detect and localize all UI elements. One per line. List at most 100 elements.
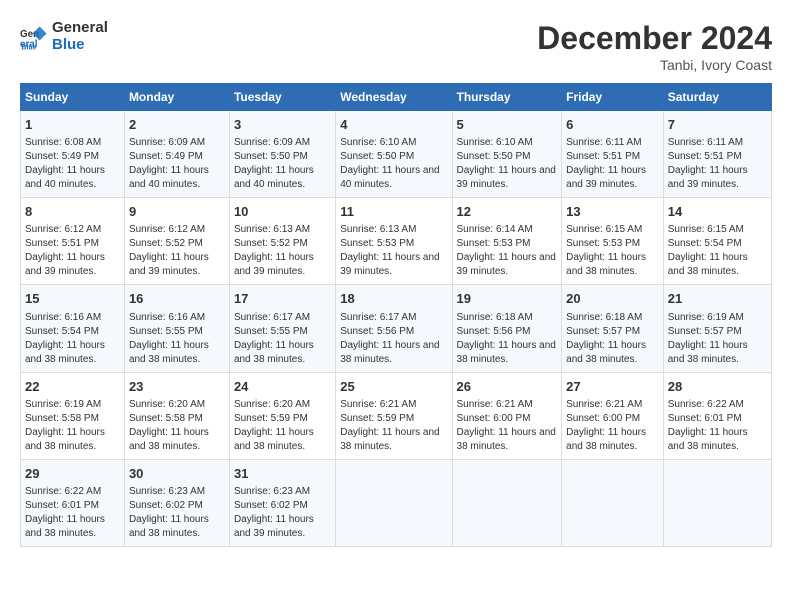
calendar-cell: 11Sunrise: 6:13 AMSunset: 5:53 PMDayligh… — [336, 198, 452, 285]
logo: Gen eral Blue General Blue — [20, 20, 108, 53]
day-number: 14 — [668, 203, 767, 221]
day-number: 17 — [234, 290, 331, 308]
day-number: 29 — [25, 465, 120, 483]
calendar-cell: 13Sunrise: 6:15 AMSunset: 5:53 PMDayligh… — [562, 198, 664, 285]
day-number: 25 — [340, 378, 447, 396]
day-number: 8 — [25, 203, 120, 221]
sunset-text: Sunset: 5:58 PM — [25, 412, 120, 426]
calendar-cell: 16Sunrise: 6:16 AMSunset: 5:55 PMDayligh… — [124, 285, 229, 372]
col-sunday: Sunday — [21, 84, 125, 111]
svg-text:Blue: Blue — [21, 44, 36, 50]
sunset-text: Sunset: 6:02 PM — [129, 499, 225, 513]
daylight-text: Daylight: 11 hours and 39 minutes. — [234, 251, 331, 279]
daylight-text: Daylight: 11 hours and 38 minutes. — [668, 251, 767, 279]
daylight-text: Daylight: 11 hours and 40 minutes. — [234, 164, 331, 192]
daylight-text: Daylight: 11 hours and 39 minutes. — [457, 164, 558, 192]
daylight-text: Daylight: 11 hours and 38 minutes. — [234, 339, 331, 367]
calendar-week-1: 1 Sunrise: 6:08 AMSunset: 5:49 PM Daylight… — [21, 111, 772, 198]
sunrise-text: Sunrise: 6:12 AM — [25, 223, 120, 237]
daylight-text: Daylight: 11 hours and 39 minutes. — [234, 513, 331, 541]
daylight-text: Daylight: 11 hours and 38 minutes. — [340, 339, 447, 367]
sunset-text: Sunset: 5:50 PM — [234, 150, 331, 164]
sunset-text: Sunset: 6:02 PM — [234, 499, 331, 513]
sunset-text: Sunset: 5:49 PM — [25, 150, 120, 164]
day-number: 1 — [25, 116, 120, 134]
calendar-cell — [562, 459, 664, 546]
daylight-text: Daylight: 11 hours and 39 minutes. — [566, 164, 659, 192]
calendar-cell — [663, 459, 771, 546]
daylight-text: Daylight: 11 hours and 40 minutes. — [129, 164, 225, 192]
day-number: 27 — [566, 378, 659, 396]
sunset-text: Sunset: 6:01 PM — [25, 499, 120, 513]
sunrise-text: Sunrise: 6:09 AM — [129, 136, 225, 150]
page-title: December 2024 — [537, 20, 772, 57]
sunrise-text: Sunrise: 6:20 AM — [129, 398, 225, 412]
sunrise-text: Sunrise: 6:13 AM — [340, 223, 447, 237]
header: Gen eral Blue General Blue December 2024… — [20, 20, 772, 73]
calendar-cell: 31 Sunrise: 6:23 AMSunset: 6:02 PMDayligh… — [229, 459, 335, 546]
day-number: 24 — [234, 378, 331, 396]
sunset-text: Sunset: 5:52 PM — [129, 237, 225, 251]
calendar-cell: 24Sunrise: 6:20 AMSunset: 5:59 PMDayligh… — [229, 372, 335, 459]
sunrise-text: Sunrise: 6:15 AM — [668, 223, 767, 237]
sunset-text: Sunset: 5:51 PM — [25, 237, 120, 251]
daylight-text: Daylight: 11 hours and 38 minutes. — [129, 426, 225, 454]
day-number: 11 — [340, 203, 447, 221]
calendar-cell: 2Sunrise: 6:09 AMSunset: 5:49 PMDaylight… — [124, 111, 229, 198]
sunrise-text: Sunrise: 6:21 AM — [340, 398, 447, 412]
calendar-cell: 30Sunrise: 6:23 AMSunset: 6:02 PMDayligh… — [124, 459, 229, 546]
sunrise-text: Sunrise: 6:08 AM — [25, 136, 120, 150]
day-number: 23 — [129, 378, 225, 396]
day-number: 31 — [234, 465, 331, 483]
calendar-table: Sunday Monday Tuesday Wednesday Thursday… — [20, 83, 772, 547]
calendar-week-3: 15Sunrise: 6:16 AMSunset: 5:54 PMDayligh… — [21, 285, 772, 372]
sunset-text: Sunset: 5:57 PM — [668, 325, 767, 339]
day-number: 4 — [340, 116, 447, 134]
calendar-cell: 25Sunrise: 6:21 AMSunset: 5:59 PMDayligh… — [336, 372, 452, 459]
calendar-cell: 22Sunrise: 6:19 AMSunset: 5:58 PMDayligh… — [21, 372, 125, 459]
calendar-cell: 26Sunrise: 6:21 AMSunset: 6:00 PMDayligh… — [452, 372, 562, 459]
sunset-text: Sunset: 5:54 PM — [668, 237, 767, 251]
sunrise-text: Sunrise: 6:17 AM — [234, 311, 331, 325]
sunset-text: Sunset: 6:00 PM — [457, 412, 558, 426]
calendar-cell: 27Sunrise: 6:21 AMSunset: 6:00 PMDayligh… — [562, 372, 664, 459]
daylight-text: Daylight: 11 hours and 39 minutes. — [25, 251, 120, 279]
title-area: December 2024 Tanbi, Ivory Coast — [537, 20, 772, 73]
daylight-text: Daylight: 11 hours and 38 minutes. — [129, 339, 225, 367]
calendar-week-4: 22Sunrise: 6:19 AMSunset: 5:58 PMDayligh… — [21, 372, 772, 459]
daylight-text: Daylight: 11 hours and 38 minutes. — [25, 513, 120, 541]
sunrise-text: Sunrise: 6:12 AM — [129, 223, 225, 237]
sunrise-text: Sunrise: 6:15 AM — [566, 223, 659, 237]
logo-icon: Gen eral Blue — [20, 23, 48, 51]
sunset-text: Sunset: 6:01 PM — [668, 412, 767, 426]
daylight-text: Daylight: 11 hours and 38 minutes. — [457, 339, 558, 367]
sunrise-text: Sunrise: 6:11 AM — [566, 136, 659, 150]
daylight-text: Daylight: 11 hours and 38 minutes. — [566, 251, 659, 279]
page-subtitle: Tanbi, Ivory Coast — [537, 57, 772, 73]
calendar-week-5: 29Sunrise: 6:22 AMSunset: 6:01 PMDayligh… — [21, 459, 772, 546]
daylight-text: Daylight: 11 hours and 38 minutes. — [25, 339, 120, 367]
daylight-text: Daylight: 11 hours and 38 minutes. — [234, 426, 331, 454]
day-number: 2 — [129, 116, 225, 134]
day-number: 3 — [234, 116, 331, 134]
sunset-text: Sunset: 5:50 PM — [340, 150, 447, 164]
daylight-text: Daylight: 11 hours and 39 minutes. — [668, 164, 767, 192]
sunrise-text: Sunrise: 6:09 AM — [234, 136, 331, 150]
daylight-text: Daylight: 11 hours and 39 minutes. — [340, 251, 447, 279]
col-thursday: Thursday — [452, 84, 562, 111]
sunset-text: Sunset: 6:00 PM — [566, 412, 659, 426]
sunrise-text: Sunrise: 6:16 AM — [25, 311, 120, 325]
calendar-cell: 1Sunrise: 6:08 AMSunset: 5:49 PMDaylight… — [21, 111, 125, 198]
day-number: 19 — [457, 290, 558, 308]
calendar-cell: 6Sunrise: 6:11 AMSunset: 5:51 PMDaylight… — [562, 111, 664, 198]
day-number: 6 — [566, 116, 659, 134]
sunset-text: Sunset: 5:55 PM — [234, 325, 331, 339]
col-friday: Friday — [562, 84, 664, 111]
sunrise-text: Sunrise: 6:11 AM — [668, 136, 767, 150]
calendar-cell: 28Sunrise: 6:22 AMSunset: 6:01 PMDayligh… — [663, 372, 771, 459]
calendar-cell: 8 Sunrise: 6:12 AMSunset: 5:51 PMDaylight… — [21, 198, 125, 285]
sunrise-text: Sunrise: 6:23 AM — [234, 485, 331, 499]
daylight-text: Daylight: 11 hours and 38 minutes. — [566, 339, 659, 367]
sunrise-text: Sunrise: 6:13 AM — [234, 223, 331, 237]
sunset-text: Sunset: 5:57 PM — [566, 325, 659, 339]
